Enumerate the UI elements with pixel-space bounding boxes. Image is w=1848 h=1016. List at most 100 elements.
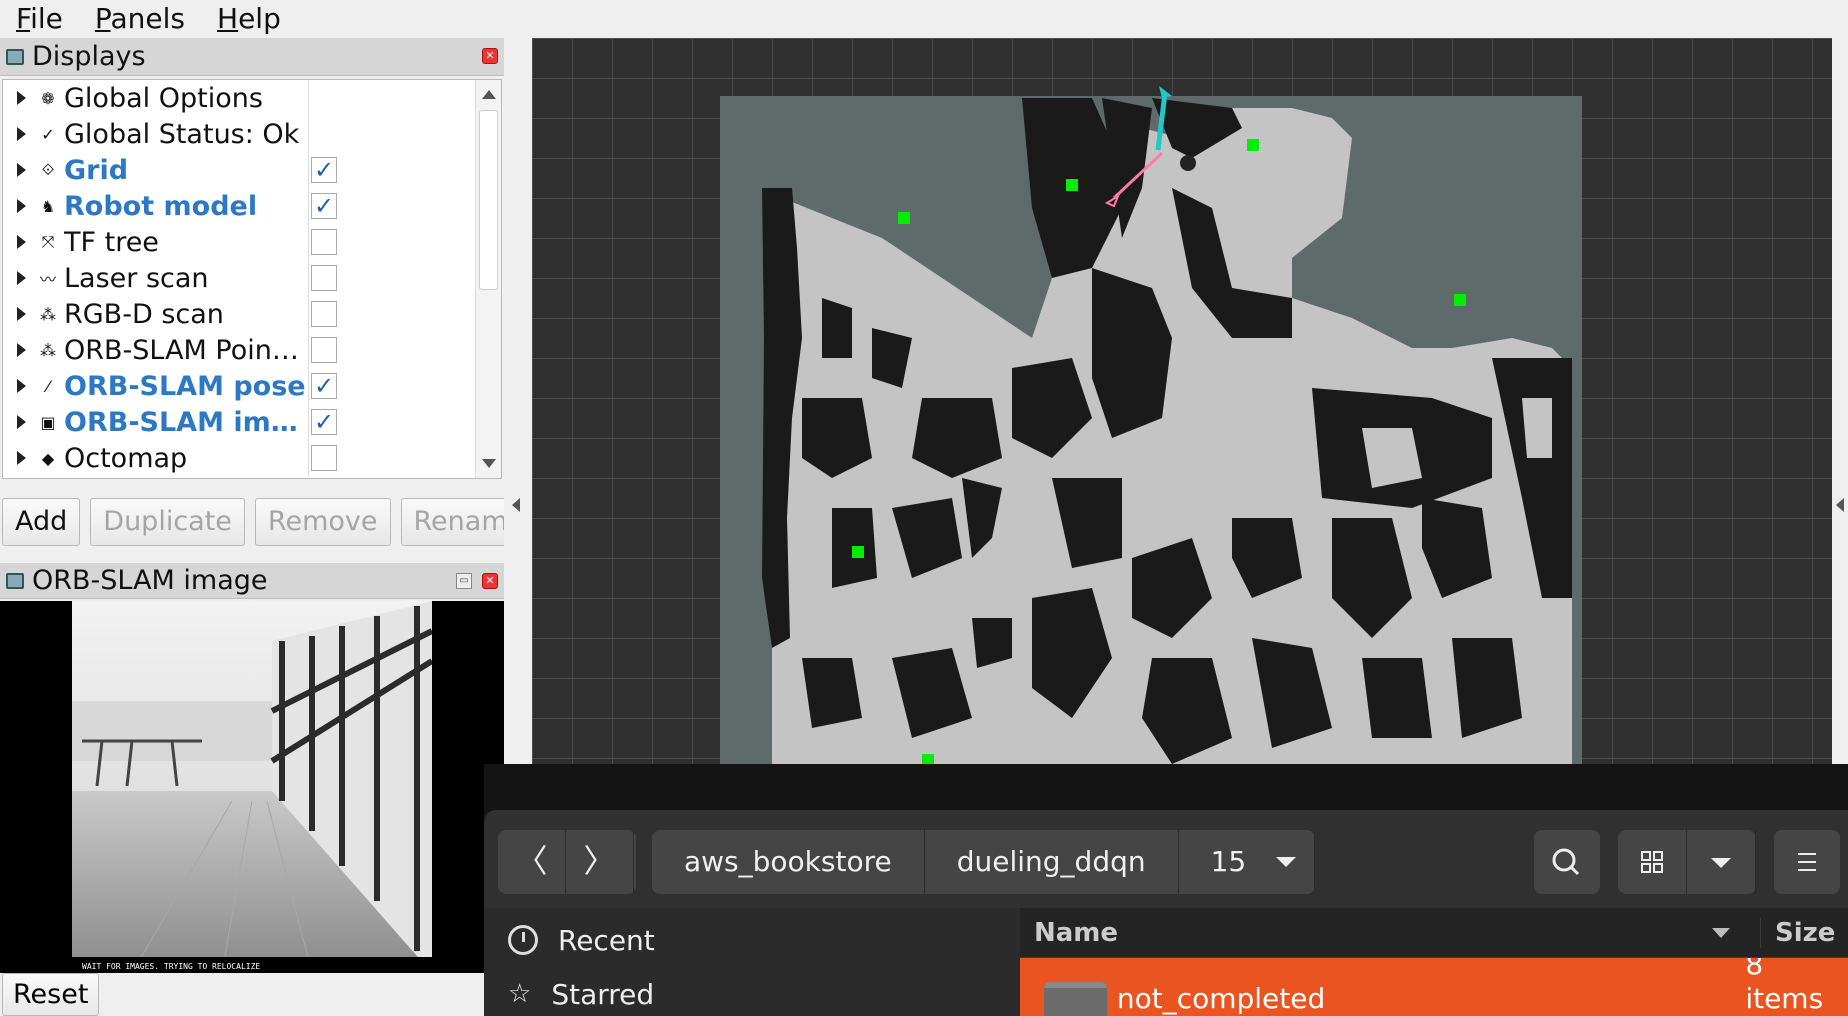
display-enable-checkbox[interactable] bbox=[311, 265, 337, 291]
sort-chevron-icon[interactable] bbox=[1712, 927, 1730, 938]
display-item-label: Global Options bbox=[64, 82, 263, 114]
remove-button[interactable]: Remove bbox=[254, 498, 391, 546]
column-name[interactable]: Name bbox=[1020, 918, 1760, 948]
expand-arrow-icon[interactable] bbox=[17, 163, 26, 177]
marker-1 bbox=[898, 212, 910, 224]
occupancy-map bbox=[720, 86, 1582, 764]
path-segment-dueling-ddqn[interactable]: dueling_ddqn bbox=[925, 830, 1179, 894]
scroll-thumb[interactable] bbox=[479, 110, 498, 290]
path-segment-aws-bookstore[interactable]: aws_bookstore bbox=[652, 830, 925, 894]
display-item[interactable]: ✓ Global Status: Ok bbox=[3, 116, 501, 152]
column-divider bbox=[308, 80, 309, 116]
displays-tree-rows: ❁ Global Options ✓ Global Status: Ok ⟐ Grid ✓ ♞… bbox=[3, 80, 501, 476]
display-item[interactable]: ▣ ORB-SLAM im… ✓ bbox=[3, 404, 501, 440]
duplicate-button[interactable]: Duplicate bbox=[90, 498, 245, 546]
panel-splitter[interactable] bbox=[504, 38, 532, 764]
display-item[interactable]: ⁄ ORB-SLAM pose ✓ bbox=[3, 368, 501, 404]
main-menu-button[interactable] bbox=[1774, 830, 1840, 894]
back-button[interactable]: 〈 bbox=[498, 830, 566, 894]
file-list-header: Name Size bbox=[1020, 908, 1848, 958]
close-icon[interactable]: ✕ bbox=[482, 48, 498, 64]
camera-image: WAIT FOR IMAGES. TRYING TO RELOCALIZE bbox=[0, 601, 504, 973]
path-current-label: 15 bbox=[1210, 845, 1247, 878]
axes-icon: ⤧ bbox=[41, 232, 55, 251]
column-divider bbox=[308, 440, 309, 476]
menu-bar: File Panels Help bbox=[0, 0, 1848, 38]
table-row[interactable]: not_completed 8 items bbox=[1020, 958, 1848, 1016]
column-divider bbox=[308, 404, 309, 440]
close-icon[interactable]: ✕ bbox=[482, 573, 498, 589]
laser-icon: 〰 bbox=[40, 270, 57, 289]
display-item-label: TF tree bbox=[64, 226, 159, 258]
expand-arrow-icon[interactable] bbox=[17, 343, 26, 357]
grid-view-icon bbox=[1641, 851, 1663, 873]
search-button[interactable] bbox=[1534, 830, 1600, 894]
menu-panels[interactable]: Panels bbox=[79, 0, 201, 38]
display-enable-checkbox[interactable]: ✓ bbox=[311, 409, 337, 435]
display-item[interactable]: ⁂ RGB-D scan bbox=[3, 296, 501, 332]
display-enable-checkbox[interactable] bbox=[311, 301, 337, 327]
display-item[interactable]: ⟐ Grid ✓ bbox=[3, 152, 501, 188]
column-divider bbox=[308, 260, 309, 296]
display-item[interactable]: ◆ Octomap bbox=[3, 440, 501, 476]
image-caption: WAIT FOR IMAGES. TRYING TO RELOCALIZE bbox=[82, 962, 260, 971]
grid-icon: ⟐ bbox=[41, 160, 55, 179]
display-item[interactable]: 〰 Laser scan bbox=[3, 260, 501, 296]
menu-help[interactable]: Help bbox=[201, 0, 297, 38]
collapse-right-icon[interactable] bbox=[1836, 498, 1844, 512]
expand-arrow-icon[interactable] bbox=[17, 271, 26, 285]
column-size[interactable]: Size bbox=[1760, 917, 1836, 948]
sidebar-item-recent[interactable]: Recent bbox=[484, 908, 1020, 972]
display-item-label: ORB-SLAM pose bbox=[64, 370, 306, 402]
expand-arrow-icon[interactable] bbox=[17, 451, 26, 465]
collapse-left-icon[interactable] bbox=[512, 498, 520, 512]
display-item[interactable]: ♞ Robot model ✓ bbox=[3, 188, 501, 224]
menu-file[interactable]: File bbox=[0, 0, 79, 38]
3d-viewport[interactable] bbox=[532, 38, 1832, 764]
marker-6 bbox=[922, 754, 934, 764]
view-options-button[interactable] bbox=[1687, 830, 1756, 894]
displays-title: Displays bbox=[32, 41, 146, 72]
column-divider bbox=[308, 296, 309, 332]
display-enable-checkbox[interactable]: ✓ bbox=[311, 157, 337, 183]
float-icon[interactable]: ▭ bbox=[456, 573, 472, 589]
display-item-label: ORB-SLAM Poin… bbox=[64, 334, 299, 366]
expand-arrow-icon[interactable] bbox=[17, 307, 26, 321]
reset-button[interactable]: Reset bbox=[2, 973, 100, 1016]
chevron-left-icon: 〈 bbox=[515, 842, 548, 880]
pointcloud-icon: ⁂ bbox=[40, 340, 56, 360]
scroll-up-icon[interactable] bbox=[482, 90, 496, 99]
expand-arrow-icon[interactable] bbox=[17, 91, 26, 105]
grid-view-button[interactable] bbox=[1618, 830, 1687, 894]
display-enable-checkbox[interactable]: ✓ bbox=[311, 193, 337, 219]
column-divider bbox=[308, 368, 309, 404]
orbslam-image-panel: ORB-SLAM image ▭ ✕ WAIT FOR IMAGES. TRYI… bbox=[0, 563, 504, 1016]
display-item-label: Global Status: Ok bbox=[64, 118, 300, 150]
expand-arrow-icon[interactable] bbox=[17, 235, 26, 249]
tree-scrollbar[interactable] bbox=[475, 80, 501, 478]
chevron-right-icon: 〉 bbox=[583, 842, 616, 880]
display-enable-checkbox[interactable] bbox=[311, 445, 337, 471]
right-splitter[interactable] bbox=[1832, 38, 1848, 764]
displays-panel: Displays ✕ ❁ Global Options ✓ Global Status… bbox=[0, 38, 538, 563]
chevron-down-icon[interactable] bbox=[1276, 857, 1297, 867]
display-item[interactable]: ⁂ ORB-SLAM Poin… bbox=[3, 332, 501, 368]
expand-arrow-icon[interactable] bbox=[17, 379, 26, 393]
display-item[interactable]: ⤧ TF tree bbox=[3, 224, 501, 260]
menu-panels-accel: P bbox=[94, 2, 111, 35]
display-enable-checkbox[interactable] bbox=[311, 337, 337, 363]
image-panel-title: ORB-SLAM image bbox=[32, 565, 268, 596]
add-button[interactable]: Add bbox=[2, 498, 81, 546]
expand-arrow-icon[interactable] bbox=[17, 127, 26, 141]
scroll-down-icon[interactable] bbox=[482, 459, 496, 468]
path-segment-current[interactable]: 15 bbox=[1179, 830, 1316, 894]
display-enable-checkbox[interactable]: ✓ bbox=[311, 373, 337, 399]
sidebar-item-starred[interactable]: ☆ Starred bbox=[484, 972, 1020, 1016]
nav-buttons: 〈 〉 bbox=[498, 830, 636, 894]
expand-arrow-icon[interactable] bbox=[17, 199, 26, 213]
forward-button[interactable]: 〉 bbox=[566, 830, 634, 894]
column-size-label: Size bbox=[1775, 917, 1836, 948]
display-item[interactable]: ❁ Global Options bbox=[3, 80, 501, 116]
expand-arrow-icon[interactable] bbox=[17, 415, 26, 429]
display-enable-checkbox[interactable] bbox=[311, 229, 337, 255]
